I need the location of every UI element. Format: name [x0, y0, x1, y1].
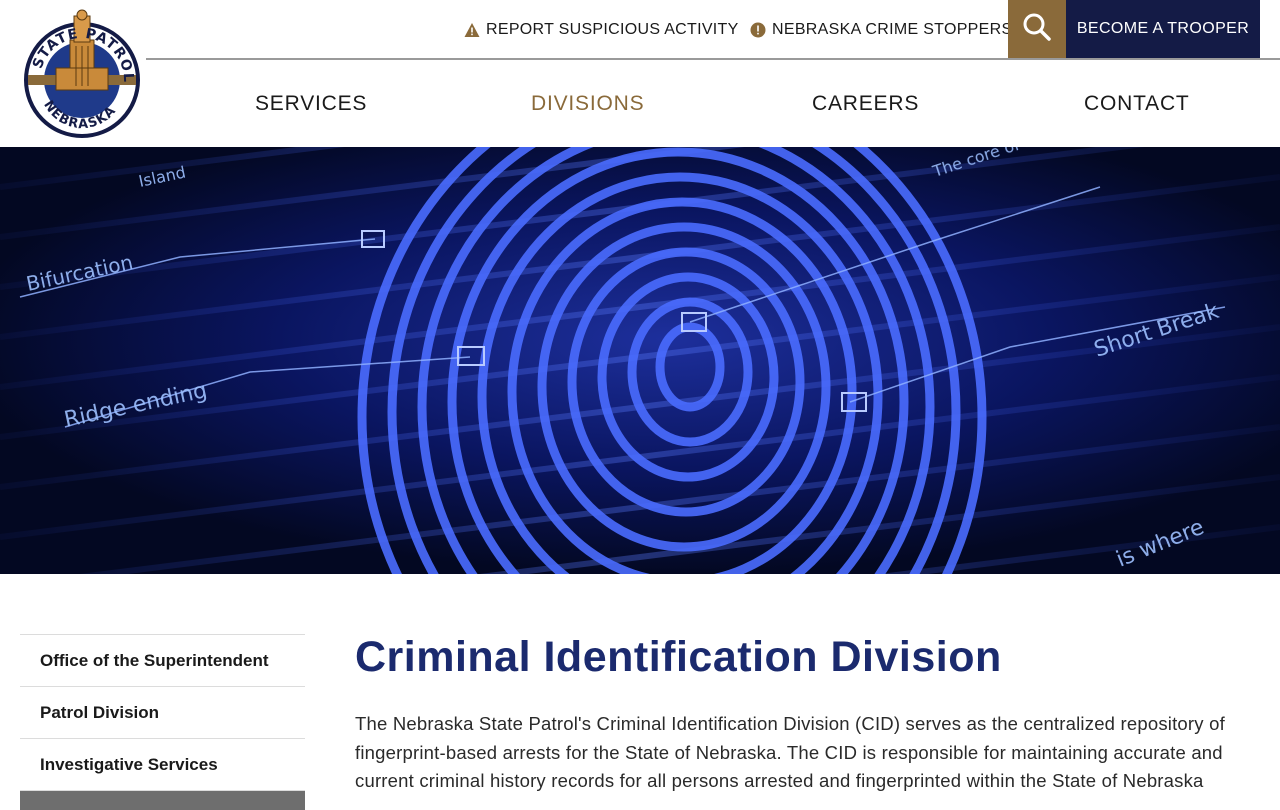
- intro-paragraph: The Nebraska State Patrol's Criminal Ide…: [355, 713, 1225, 791]
- page-title: Criminal Identification Division: [355, 633, 1002, 681]
- nav-contact[interactable]: CONTACT: [1084, 92, 1190, 116]
- site-header: STATE PATROL NEBRASKA REPORT SUSPICIOUS …: [0, 0, 1280, 147]
- main-navigation: SERVICES DIVISIONS CAREERS CONTACT: [146, 62, 1280, 147]
- sidebar-item-office-of-the-superintendent[interactable]: Office of the Superintendent: [20, 634, 305, 686]
- report-suspicious-activity-label: REPORT SUSPICIOUS ACTIVITY: [486, 21, 739, 38]
- search-icon: [1022, 12, 1052, 47]
- nav-careers[interactable]: CAREERS: [812, 92, 919, 116]
- sidebar-item-investigative-services[interactable]: Investigative Services: [20, 738, 305, 790]
- crime-stoppers-link[interactable]: NEBRASKA CRIME STOPPERS: [750, 19, 1012, 41]
- crime-stoppers-label: NEBRASKA CRIME STOPPERS: [772, 21, 1013, 38]
- search-button[interactable]: [1008, 0, 1066, 58]
- fingerprint-illustration: Island Bifurcation Ridge ending Short Br…: [0, 147, 1280, 574]
- nav-services[interactable]: SERVICES: [255, 92, 367, 116]
- division-sidebar: Office of the Superintendent Patrol Divi…: [20, 634, 305, 810]
- nav-divisions[interactable]: DIVISIONS: [531, 92, 644, 116]
- nebraska-state-patrol-logo[interactable]: STATE PATROL NEBRASKA: [18, 6, 146, 138]
- exclamation-circle-icon: [750, 22, 766, 38]
- report-suspicious-activity-link[interactable]: REPORT SUSPICIOUS ACTIVITY: [464, 19, 739, 41]
- hero-fingerprint-image: Island Bifurcation Ridge ending Short Br…: [0, 147, 1280, 574]
- sidebar-item-active[interactable]: [20, 790, 305, 810]
- become-a-trooper-button[interactable]: BECOME A TROOPER: [1066, 0, 1260, 58]
- main-content: Criminal Identification Division The Neb…: [355, 630, 1255, 796]
- sidebar-item-patrol-division[interactable]: Patrol Division: [20, 686, 305, 738]
- utility-bar: REPORT SUSPICIOUS ACTIVITY NEBRASKA CRIM…: [146, 0, 1280, 60]
- warning-triangle-icon: [464, 22, 480, 38]
